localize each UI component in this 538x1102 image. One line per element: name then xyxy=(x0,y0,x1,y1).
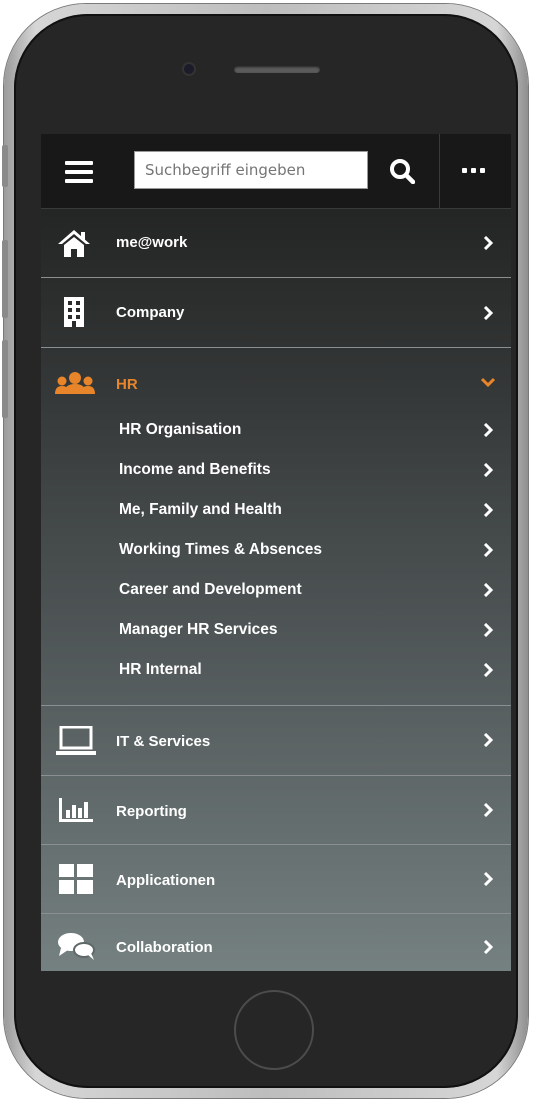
home-button[interactable] xyxy=(234,990,314,1070)
chevron-right-icon xyxy=(483,583,493,597)
submenu-item-working-times[interactable]: Working Times & Absences xyxy=(41,530,511,570)
submenu-item-label: Income and Benefits xyxy=(119,461,271,478)
chevron-right-icon xyxy=(483,503,493,517)
menu-item-label: Company xyxy=(116,304,185,321)
menu-item-hr[interactable]: HR HR Organisation Income and Benefits M… xyxy=(41,348,511,706)
home-icon xyxy=(58,230,90,257)
app-screen: me@work Company HR HR Organ xyxy=(41,134,511,971)
mute-switch xyxy=(2,145,8,187)
earpiece-speaker xyxy=(234,66,320,73)
submenu-item-hr-internal[interactable]: HR Internal xyxy=(41,650,511,690)
menu-item-label: Reporting xyxy=(116,803,187,820)
top-bar xyxy=(41,134,511,209)
volume-up-button xyxy=(2,240,8,318)
menu-item-label: Applicationen xyxy=(116,872,216,889)
bar-chart-icon xyxy=(59,798,93,822)
chevron-right-icon xyxy=(483,236,493,250)
chevron-right-icon xyxy=(483,872,493,886)
menu-item-it-services[interactable]: IT & Services xyxy=(41,706,511,776)
chat-icon xyxy=(58,933,95,960)
submenu-item-label: Career and Development xyxy=(119,581,302,598)
submenu-item-label: HR Organisation xyxy=(119,421,242,438)
chevron-down-icon[interactable] xyxy=(481,377,495,387)
chevron-right-icon xyxy=(483,423,493,437)
laptop-icon xyxy=(56,726,96,755)
submenu-item-label: HR Internal xyxy=(119,661,202,678)
more-options-button[interactable] xyxy=(439,134,511,208)
menu-item-me-at-work[interactable]: me@work xyxy=(41,208,511,278)
grid-icon xyxy=(59,864,93,894)
submenu-item-label: Manager HR Services xyxy=(119,621,278,638)
chevron-right-icon xyxy=(483,733,493,747)
menu-item-collaboration[interactable]: Collaboration xyxy=(41,914,511,971)
menu-hamburger-icon[interactable] xyxy=(65,161,93,183)
chevron-right-icon xyxy=(483,543,493,557)
menu-item-label: HR xyxy=(116,376,138,393)
submenu-item-label: Me, Family and Health xyxy=(119,501,282,518)
search-input[interactable] xyxy=(134,151,368,189)
submenu-item-manager-hr-services[interactable]: Manager HR Services xyxy=(41,610,511,650)
menu-item-applicationen[interactable]: Applicationen xyxy=(41,845,511,914)
users-icon xyxy=(55,372,95,394)
submenu-item-hr-organisation[interactable]: HR Organisation xyxy=(41,410,511,450)
menu-item-label: Collaboration xyxy=(116,939,213,956)
chevron-right-icon xyxy=(483,663,493,677)
building-icon xyxy=(64,297,84,327)
front-camera xyxy=(184,64,194,74)
submenu-item-income-benefits[interactable]: Income and Benefits xyxy=(41,450,511,490)
menu-item-label: IT & Services xyxy=(116,733,211,750)
submenu-item-family-health[interactable]: Me, Family and Health xyxy=(41,490,511,530)
submenu-item-career-development[interactable]: Career and Development xyxy=(41,570,511,610)
chevron-right-icon xyxy=(483,803,493,817)
menu-item-company[interactable]: Company xyxy=(41,278,511,348)
chevron-right-icon xyxy=(483,940,493,954)
submenu-item-label: Working Times & Absences xyxy=(119,541,322,558)
menu-item-label: me@work xyxy=(116,234,188,251)
chevron-right-icon xyxy=(483,623,493,637)
chevron-right-icon xyxy=(483,306,493,320)
search-icon[interactable] xyxy=(389,158,415,184)
chevron-right-icon xyxy=(483,463,493,477)
volume-down-button xyxy=(2,340,8,418)
menu-item-reporting[interactable]: Reporting xyxy=(41,776,511,845)
